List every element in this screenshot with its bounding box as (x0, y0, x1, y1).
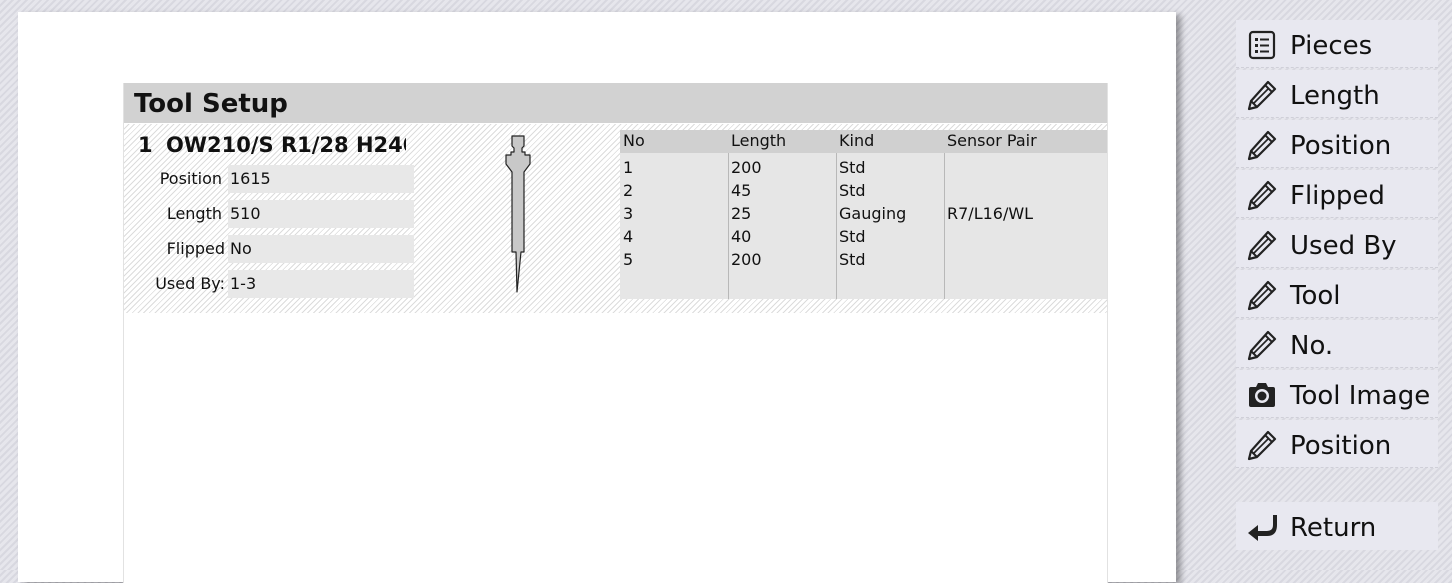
property-value: No (228, 235, 414, 263)
table-header: No Length Kind Sensor Pair (620, 130, 1107, 153)
tool-drawing (505, 135, 531, 293)
document-page: Tool Setup 1 OW210/S R1/28 H240 Position … (18, 12, 1176, 583)
button-label: Length (1290, 81, 1380, 111)
length-button[interactable]: Length (1236, 70, 1438, 118)
button-label: Position (1290, 431, 1392, 461)
tool-setup-panel: 1 OW210/S R1/28 H240 Position 1615 Length… (124, 124, 1107, 313)
pencil-icon (1247, 180, 1277, 211)
return-button[interactable]: Return (1236, 502, 1438, 550)
property-label: Length (166, 204, 222, 223)
cell-length: 200 (731, 158, 762, 177)
camera-icon (1249, 383, 1275, 407)
button-label: No. (1290, 331, 1334, 361)
page-title: Tool Setup (124, 83, 1107, 123)
property-label: Position (159, 169, 222, 188)
column-divider (836, 153, 837, 299)
cell-kind: Std (839, 250, 866, 269)
flipped-button[interactable]: Flipped (1236, 170, 1438, 218)
property-value: 510 (228, 200, 414, 228)
tool-setup-document: Tool Setup 1 OW210/S R1/28 H240 Position … (123, 83, 1108, 583)
cell-no: 3 (623, 204, 634, 223)
cell-kind: Gauging (839, 204, 907, 223)
property-value: 1615 (228, 165, 414, 193)
cell-length: 45 (731, 181, 752, 200)
pencil-icon (1247, 430, 1277, 461)
column-header-sensor-pair: Sensor Pair (947, 131, 1037, 150)
tool-name: OW210/S R1/28 H240 (166, 133, 406, 157)
cell-no: 2 (623, 181, 634, 200)
property-label: Used By: (155, 274, 225, 293)
cell-kind: Std (839, 158, 866, 177)
position-button[interactable]: Position (1236, 120, 1438, 168)
cell-no: 5 (623, 250, 634, 269)
cell-sensor-pair: R7/L16/WL (947, 204, 1034, 223)
button-label: Position (1290, 131, 1392, 161)
cell-no: 4 (623, 227, 634, 246)
pencil-icon (1247, 230, 1277, 261)
cell-length: 40 (731, 227, 752, 246)
tool-number: 1 (138, 133, 153, 157)
pencil-icon (1247, 330, 1277, 361)
property-row-flipped: Flipped No (124, 235, 414, 263)
pencil-icon (1247, 280, 1277, 311)
pencil-icon (1247, 130, 1277, 161)
return-arrow-icon (1248, 515, 1277, 541)
column-header-length: Length (731, 131, 787, 150)
button-label: Pieces (1290, 31, 1373, 61)
column-header-no: No (623, 131, 645, 150)
pencil-icon (1247, 80, 1277, 111)
cell-no: 1 (623, 158, 634, 177)
tool-button[interactable]: Tool (1236, 270, 1438, 318)
cell-kind: Std (839, 227, 866, 246)
button-label: Used By (1290, 231, 1397, 261)
number-button[interactable]: No. (1236, 320, 1438, 368)
button-label: Tool (1290, 281, 1341, 311)
button-label: Return (1290, 513, 1377, 543)
tool-image-button[interactable]: Tool Image (1236, 370, 1438, 418)
property-row-used-by: Used By: 1-3 (124, 270, 414, 298)
tool-heading: 1 OW210/S R1/28 H240 (138, 130, 406, 160)
column-divider (728, 153, 729, 299)
used-by-button[interactable]: Used By (1236, 220, 1438, 268)
property-label: Flipped (166, 239, 225, 258)
cell-kind: Std (839, 181, 866, 200)
column-divider (944, 153, 945, 299)
property-row-length: Length 510 (124, 200, 414, 228)
pieces-table: No Length Kind Sensor Pair 1 200 Std 2 4… (620, 130, 1107, 299)
property-row-position: Position 1615 (124, 165, 414, 193)
cell-length: 25 (731, 204, 752, 223)
list-icon (1248, 30, 1276, 60)
button-label: Tool Image (1290, 381, 1431, 411)
button-label: Flipped (1290, 181, 1385, 211)
cell-length: 200 (731, 250, 762, 269)
property-value: 1-3 (228, 270, 414, 298)
pieces-button[interactable]: Pieces (1236, 20, 1438, 68)
position-button-2[interactable]: Position (1236, 420, 1438, 468)
column-header-kind: Kind (839, 131, 875, 150)
